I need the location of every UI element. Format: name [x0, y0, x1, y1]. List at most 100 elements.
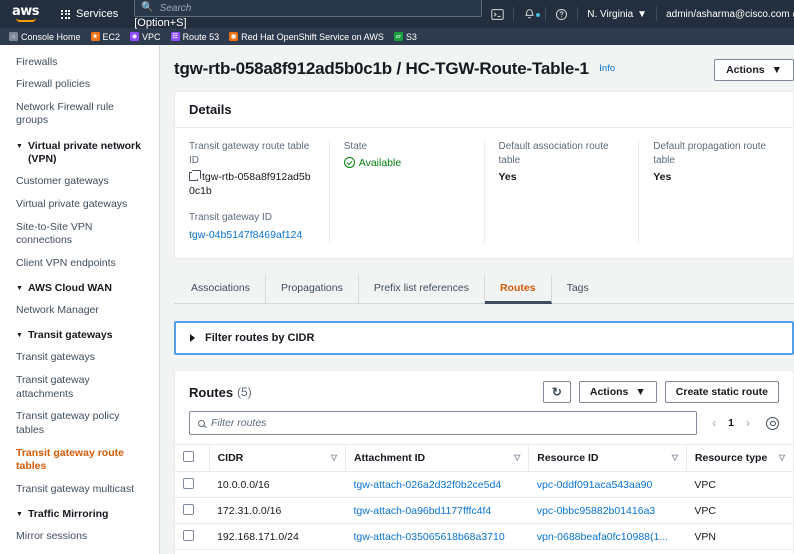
row-checkbox[interactable] [183, 530, 194, 541]
table-row[interactable]: 172.31.0.0/16 tgw-attach-0a96bd1177fffc4… [175, 498, 793, 524]
service-shortcut-s3[interactable]: ▱ S3 [389, 32, 422, 42]
sidebar-item-site-to-site-vpn-connections[interactable]: Site-to-Site VPN connections [0, 216, 159, 252]
column-header-resource-id: Resource ID ▽ [529, 445, 687, 472]
create-static-route-label: Create static route [676, 386, 768, 398]
sidebar-group-vpn[interactable]: ▼ Virtual private network (VPN) [0, 133, 159, 171]
caret-down-icon: ▼ [16, 282, 23, 296]
cell-attachment-id[interactable]: tgw-attach-035065618b68a3710 [345, 524, 528, 550]
table-row[interactable]: 192.168.171.0/24 tgw-attach-035065618b68… [175, 524, 793, 550]
sort-icon[interactable]: ▽ [779, 454, 785, 462]
services-menu-button[interactable]: Services [49, 0, 130, 28]
cell-attachment-id[interactable]: tgw-attach-035065618b68a3710 [345, 550, 528, 554]
sidebar-item-network-manager[interactable]: Network Manager [0, 300, 159, 323]
cell-resource-id[interactable]: vpc-0bbc95882b01416a3 [529, 498, 687, 524]
cell-attachment-id[interactable]: tgw-attach-0a96bd1177fffc4f4 [345, 498, 528, 524]
page-actions-button[interactable]: Actions ▼ [714, 59, 794, 81]
sidebar-item-network-firewall-rule-groups[interactable]: Network Firewall rule groups [0, 96, 159, 132]
cell-resource-type: VPN [686, 524, 793, 550]
sidebar-item-transit-gateway-attachments[interactable]: Transit gateway attachments [0, 370, 159, 406]
create-static-route-button[interactable]: Create static route [665, 381, 779, 403]
cell-resource-id[interactable]: vpc-0ddf091aca543aa90 [529, 472, 687, 498]
cell-resource-id[interactable]: vpn-0688beafa0fc10988(1... [529, 524, 687, 550]
sidebar-group-cloud-wan[interactable]: ▼ AWS Cloud WAN [0, 275, 159, 300]
info-link[interactable]: Info [599, 63, 615, 74]
default-association-label: Default association route table [499, 140, 625, 167]
cell-resource-id[interactable]: vpn-0688beafa0fc10988(1... [529, 550, 687, 554]
aws-wordmark: aws [12, 6, 39, 17]
filter-routes-by-cidr-expando[interactable]: Filter routes by CIDR [174, 321, 794, 355]
sidebar-item-client-vpn-endpoints[interactable]: Client VPN endpoints [0, 252, 159, 275]
sidebar-group-transit-gateways[interactable]: ▼ Transit gateways [0, 322, 159, 347]
cloudshell-icon[interactable] [482, 8, 513, 21]
service-shortcut-label: Red Hat OpenShift Service on AWS [241, 32, 384, 42]
previous-page-button[interactable]: ‹ [707, 416, 721, 430]
page-shell: Firewalls Firewall policies Network Fire… [0, 45, 794, 554]
sidebar-item-transit-gateway-route-tables[interactable]: Transit gateway route tables [0, 442, 159, 478]
details-column-ids: Transit gateway route table ID tgw-rtb-0… [175, 140, 330, 242]
sidebar-item-transit-gateways[interactable]: Transit gateways [0, 347, 159, 370]
sidebar-item-transit-gateway-policy-tables[interactable]: Transit gateway policy tables [0, 406, 159, 442]
select-all-header [175, 445, 209, 472]
resource-id-link[interactable]: vpc-0ddf091aca543aa90 [537, 479, 653, 491]
page-number[interactable]: 1 [723, 417, 739, 429]
tab-prefix-list-references[interactable]: Prefix list references [359, 275, 485, 303]
sidebar-item-transit-gateway-multicast[interactable]: Transit gateway multicast [0, 478, 159, 501]
sidebar-item-firewall-policies[interactable]: Firewall policies [0, 74, 159, 97]
help-icon[interactable] [546, 8, 577, 21]
sort-icon[interactable]: ▽ [672, 454, 678, 462]
account-menu[interactable]: admin/asharma@cisco.com @ hc [657, 9, 794, 20]
copy-icon[interactable] [189, 172, 198, 181]
service-shortcut-route53[interactable]: ☷ Route 53 [166, 32, 225, 42]
default-association-value: Yes [499, 170, 625, 184]
attachment-id-link[interactable]: tgw-attach-026a2d32f0b2ce5d4 [353, 479, 501, 491]
sidebar-item-firewalls[interactable]: Firewalls [0, 51, 159, 74]
service-shortcut-ec2[interactable]: ★ EC2 [86, 32, 126, 42]
row-select-cell [175, 524, 209, 550]
refresh-button[interactable]: ↻ [543, 381, 571, 403]
transit-gateway-id-label: Transit gateway ID [189, 211, 315, 225]
sidebar-item-customer-gateways[interactable]: Customer gateways [0, 171, 159, 194]
aws-logo[interactable]: aws [0, 6, 49, 22]
detail-tabs: Associations Propagations Prefix list re… [174, 275, 794, 304]
tab-propagations[interactable]: Propagations [266, 275, 359, 303]
next-page-button[interactable]: › [741, 416, 755, 430]
sort-icon[interactable]: ▽ [331, 454, 337, 462]
sidebar-item-virtual-private-gateways[interactable]: Virtual private gateways [0, 193, 159, 216]
attachment-id-link[interactable]: tgw-attach-0a96bd1177fffc4f4 [353, 505, 491, 517]
ec2-icon: ★ [91, 32, 100, 41]
resource-id-link[interactable]: vpc-0bbc95882b01416a3 [537, 505, 656, 517]
sidebar-item-mirror-sessions[interactable]: Mirror sessions [0, 526, 159, 549]
cell-cidr: 192.168.171.0/24 [209, 524, 345, 550]
attachment-id-link[interactable]: tgw-attach-035065618b68a3710 [353, 531, 504, 543]
filter-routes-input[interactable]: Filter routes [189, 411, 697, 435]
cell-attachment-id[interactable]: tgw-attach-026a2d32f0b2ce5d4 [345, 472, 528, 498]
row-checkbox[interactable] [183, 478, 194, 489]
resource-id-link[interactable]: vpn-0688beafa0fc10988(1... [537, 531, 668, 543]
page-header: tgw-rtb-058a8f912ad5b0c1b / HC-TGW-Route… [174, 45, 794, 91]
routes-actions-button[interactable]: Actions ▼ [579, 381, 657, 403]
tab-tags[interactable]: Tags [552, 275, 604, 303]
tab-associations[interactable]: Associations [176, 275, 266, 303]
vpc-sidebar-navigation: Firewalls Firewall policies Network Fire… [0, 45, 160, 554]
gear-icon[interactable] [766, 417, 779, 430]
tab-routes[interactable]: Routes [485, 275, 552, 304]
select-all-checkbox[interactable] [183, 451, 194, 462]
service-shortcut-rosa[interactable]: ◉ Red Hat OpenShift Service on AWS [224, 32, 389, 42]
column-label: Attachment ID [354, 452, 425, 464]
service-shortcut-console-home[interactable]: ⌂ Console Home [4, 32, 86, 42]
transit-gateway-id-value[interactable]: tgw-04b5147f8469af124 [189, 228, 315, 242]
sidebar-item-mirror-targets[interactable]: Mirror targets [0, 548, 159, 554]
global-search-input[interactable]: 🔍 Search [134, 0, 482, 17]
table-row[interactable]: 10.0.0.0/16 tgw-attach-026a2d32f0b2ce5d4… [175, 472, 793, 498]
table-row[interactable]: 51.51.51.251/32 tgw-attach-035065618b68a… [175, 550, 793, 554]
console-home-icon: ⌂ [9, 32, 18, 41]
filter-expando-label: Filter routes by CIDR [205, 332, 314, 344]
sort-icon[interactable]: ▽ [514, 454, 520, 462]
region-selector[interactable]: N. Virginia ▼ [578, 9, 656, 20]
service-shortcut-vpc[interactable]: ◆ VPC [125, 32, 166, 42]
sidebar-group-traffic-mirroring[interactable]: ▼ Traffic Mirroring [0, 501, 159, 526]
caret-down-icon: ▼ [16, 329, 23, 343]
notifications-bell-icon[interactable] [514, 8, 545, 21]
services-label: Services [76, 8, 118, 20]
row-checkbox[interactable] [183, 504, 194, 515]
